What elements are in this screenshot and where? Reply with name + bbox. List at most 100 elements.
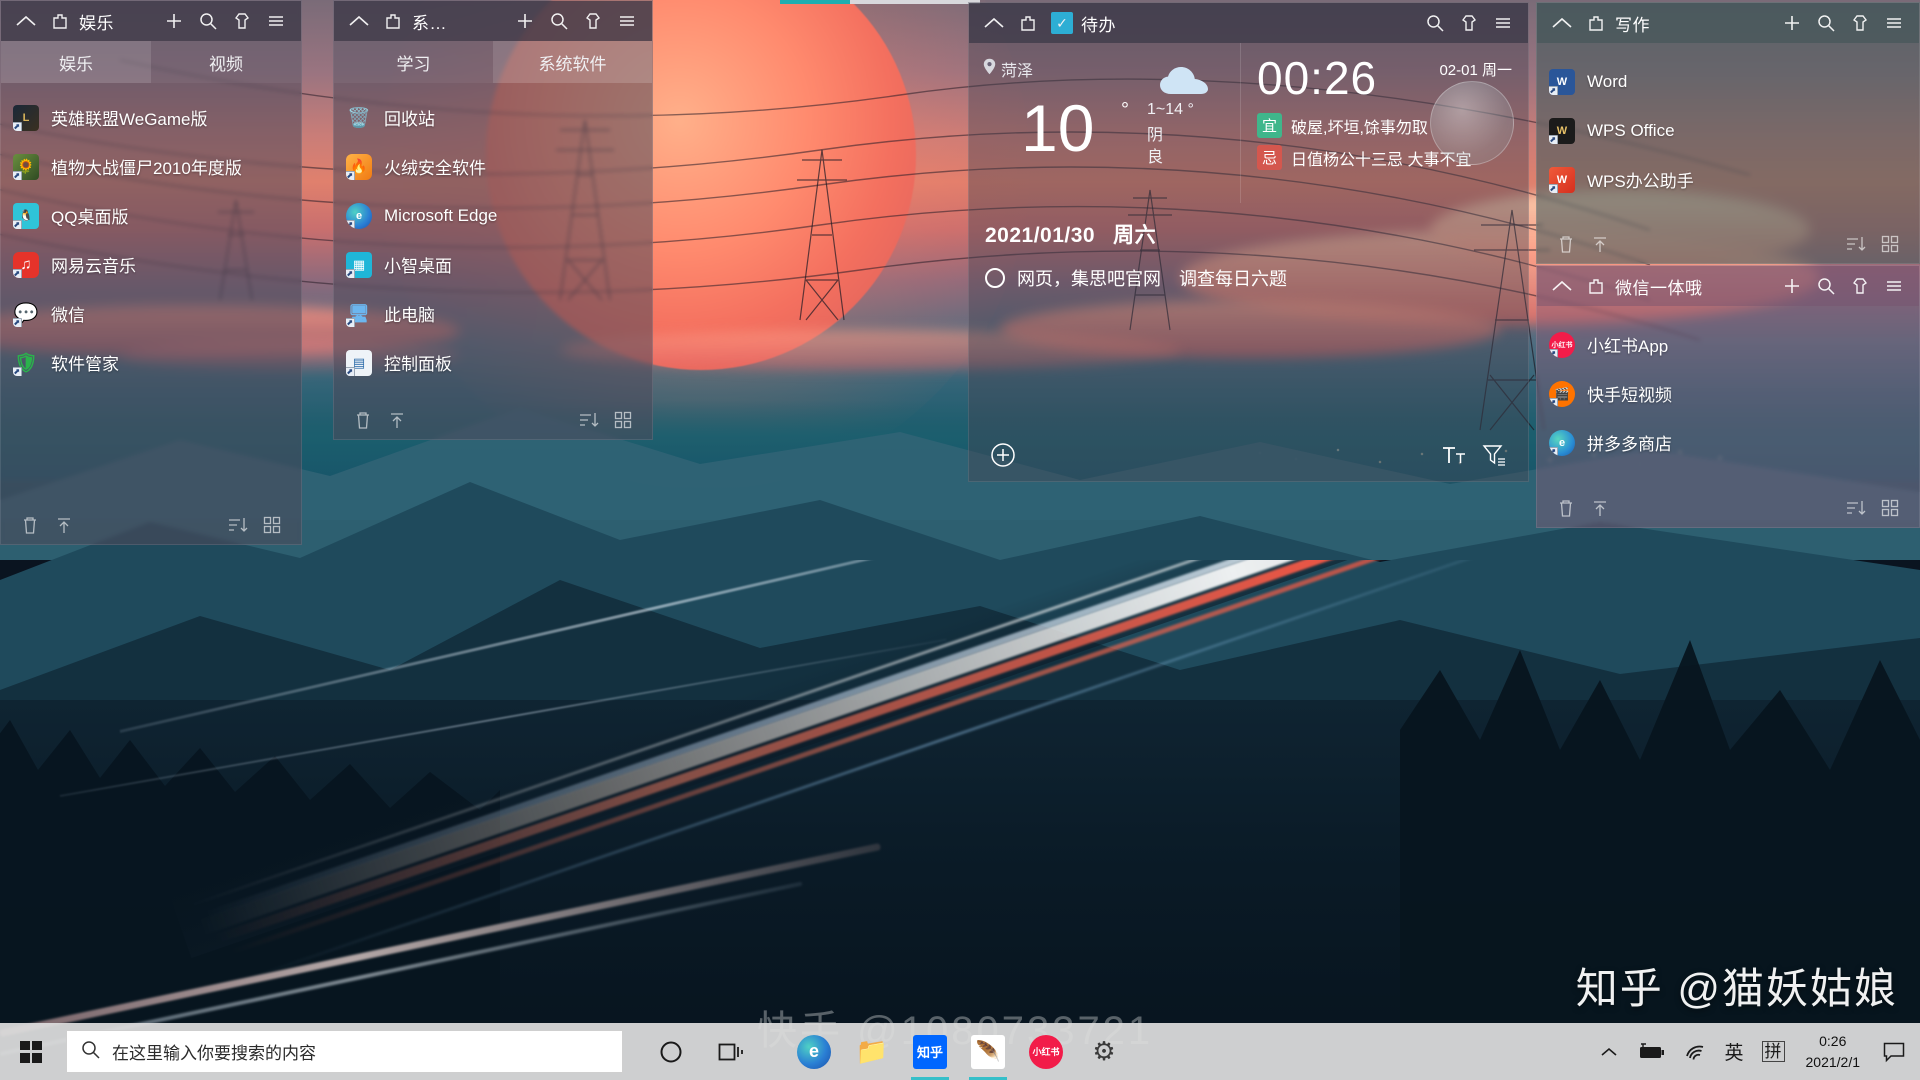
search-icon[interactable] [1418, 6, 1452, 40]
upload-icon[interactable] [1583, 493, 1617, 523]
taskbar[interactable]: 在这里输入你要搜索的内容 e 📁 知乎 🪶 小红书 ⚙ 英 拼 0:26 202… [0, 1023, 1920, 1080]
list-item[interactable]: W Word [1537, 57, 1919, 106]
edge-taskbar-icon[interactable]: e [785, 1023, 843, 1080]
todo-checkbox-icon[interactable] [985, 268, 1005, 288]
skin-icon[interactable] [576, 4, 610, 38]
trash-icon[interactable] [1549, 229, 1583, 259]
task-view-icon[interactable] [705, 1023, 757, 1080]
collapse-icon[interactable] [1545, 6, 1579, 40]
list-item[interactable]: L 英雄联盟WeGame版 [1, 93, 301, 142]
text-format-icon[interactable] [1434, 437, 1474, 473]
list-item[interactable]: 🎬 快手短视频 [1537, 369, 1919, 418]
list-item[interactable]: 🛡 软件管家 [1, 338, 301, 387]
list-item[interactable]: 💬 微信 [1, 289, 301, 338]
tab-video[interactable]: 视频 [151, 41, 301, 83]
list-item[interactable]: e 拼多多商店 [1537, 418, 1919, 467]
list-item[interactable]: e Microsoft Edge [334, 191, 652, 240]
add-icon[interactable] [157, 4, 191, 38]
skin-icon[interactable] [1843, 6, 1877, 40]
todo-item-text: 网页，集思吧官网 调查每日六题 [1017, 269, 1287, 289]
trash-icon[interactable] [346, 405, 380, 435]
panel-entertainment[interactable]: 娱乐 娱乐 视频 L 英雄联盟WeGame版 🌻 植物大战僵尸2010年度版 🐧… [0, 0, 302, 545]
collapse-icon[interactable] [1545, 269, 1579, 303]
menu-icon[interactable] [1486, 6, 1520, 40]
ime-language-indicator[interactable]: 英 [1715, 1023, 1752, 1080]
add-circle-icon[interactable] [983, 437, 1023, 473]
todo-weather-widget[interactable]: ✓ 待办 菏泽 10 ° 1~14 ° 阴 良 02-01 周一 00:26 宜… [968, 2, 1529, 482]
upload-icon[interactable] [47, 510, 81, 540]
add-icon[interactable] [508, 4, 542, 38]
list-item[interactable]: ▤ 控制面板 [334, 338, 652, 387]
panel-tabs[interactable]: 学习 系统软件 [334, 41, 652, 83]
trash-icon[interactable] [1549, 493, 1583, 523]
menu-icon[interactable] [1877, 6, 1911, 40]
xiaohongshu-taskbar-icon[interactable]: 小红书 [1017, 1023, 1075, 1080]
feather-note-taskbar-icon[interactable]: 🪶 [959, 1023, 1017, 1080]
panel-wechat-group[interactable]: 微信一体哦 小红书 小红书App 🎬 快手短视频 e 拼多多商店 [1536, 265, 1920, 528]
sort-icon[interactable] [221, 510, 255, 540]
list-item[interactable]: ♫ 网易云音乐 [1, 240, 301, 289]
upload-icon[interactable] [380, 405, 414, 435]
add-icon[interactable] [1775, 269, 1809, 303]
panel-tabs[interactable]: 娱乐 视频 [1, 41, 301, 83]
panel-writing[interactable]: 写作 W Word W WPS Office W WPS办公助手 [1536, 2, 1920, 264]
grid-view-icon[interactable] [255, 510, 289, 540]
file-explorer-taskbar-icon[interactable]: 📁 [843, 1023, 901, 1080]
tab-study[interactable]: 学习 [334, 41, 493, 83]
grid-view-icon[interactable] [1873, 229, 1907, 259]
tab-entertainment[interactable]: 娱乐 [1, 41, 151, 83]
list-item[interactable]: 🗑️ 回收站 [334, 93, 652, 142]
pin-icon[interactable] [1579, 269, 1613, 303]
windows-start-icon[interactable] [0, 1023, 62, 1080]
filter-icon[interactable] [1474, 437, 1514, 473]
list-item[interactable]: 🐧 QQ桌面版 [1, 191, 301, 240]
weather-block[interactable]: 菏泽 10 ° 1~14 ° 阴 良 [969, 43, 1241, 203]
grid-view-icon[interactable] [1873, 493, 1907, 523]
search-icon[interactable] [1809, 269, 1843, 303]
upload-icon[interactable] [1583, 229, 1617, 259]
collapse-icon[interactable] [9, 4, 43, 38]
battery-charging-icon[interactable] [1627, 1023, 1675, 1080]
panel-system-software[interactable]: 系… 学习 系统软件 🗑️ 回收站 🔥 火绒安全软件 e Microsoft E… [333, 0, 653, 440]
trash-icon[interactable] [13, 510, 47, 540]
sort-icon[interactable] [1839, 229, 1873, 259]
grid-view-icon[interactable] [606, 405, 640, 435]
settings-taskbar-icon[interactable]: ⚙ [1075, 1023, 1133, 1080]
skin-icon[interactable] [225, 4, 259, 38]
list-item[interactable]: ▦ 小智桌面 [334, 240, 652, 289]
skin-icon[interactable] [1452, 6, 1486, 40]
add-icon[interactable] [1775, 6, 1809, 40]
show-hidden-icons-icon[interactable] [1591, 1023, 1627, 1080]
system-tray[interactable]: 英 拼 0:26 2021/2/1 [1591, 1023, 1920, 1080]
menu-icon[interactable] [610, 4, 644, 38]
search-input[interactable]: 在这里输入你要搜索的内容 [66, 1030, 623, 1073]
menu-icon[interactable] [1877, 269, 1911, 303]
sort-icon[interactable] [1839, 493, 1873, 523]
cortana-circle-icon[interactable] [645, 1023, 697, 1080]
pin-icon[interactable] [376, 4, 410, 38]
collapse-icon[interactable] [977, 6, 1011, 40]
search-icon[interactable] [542, 4, 576, 38]
search-icon[interactable] [1809, 6, 1843, 40]
todo-item[interactable]: 网页，集思吧官网 调查每日六题 [985, 265, 1528, 291]
tab-system-software[interactable]: 系统软件 [493, 41, 652, 83]
sort-icon[interactable] [572, 405, 606, 435]
pin-icon[interactable] [1011, 6, 1045, 40]
search-icon[interactable] [191, 4, 225, 38]
list-item[interactable]: 🖥 此电脑 [334, 289, 652, 338]
pin-icon[interactable] [1579, 6, 1613, 40]
list-item[interactable]: 小红书 小红书App [1537, 320, 1919, 369]
ime-mode-indicator[interactable]: 拼 [1753, 1023, 1794, 1080]
list-item[interactable]: W WPS Office [1537, 106, 1919, 155]
wifi-icon[interactable] [1675, 1023, 1715, 1080]
list-item[interactable]: W WPS办公助手 [1537, 155, 1919, 204]
zhihu-taskbar-icon[interactable]: 知乎 [901, 1023, 959, 1080]
list-item[interactable]: 🌻 植物大战僵尸2010年度版 [1, 142, 301, 191]
tray-clock[interactable]: 0:26 2021/2/1 [1794, 1031, 1873, 1072]
skin-icon[interactable] [1843, 269, 1877, 303]
menu-icon[interactable] [259, 4, 293, 38]
collapse-icon[interactable] [342, 4, 376, 38]
pin-icon[interactable] [43, 4, 77, 38]
list-item[interactable]: 🔥 火绒安全软件 [334, 142, 652, 191]
action-center-icon[interactable] [1872, 1023, 1916, 1080]
